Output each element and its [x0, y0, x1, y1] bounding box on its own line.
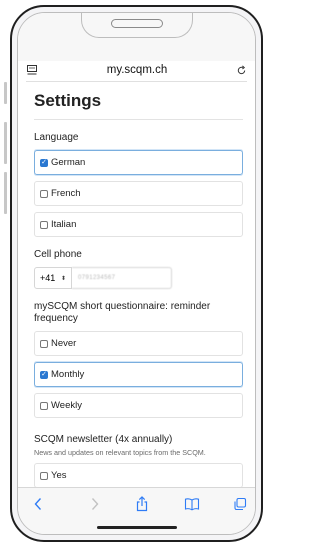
reload-icon[interactable] — [236, 65, 247, 76]
share-icon[interactable] — [134, 496, 150, 512]
checkbox-checked-icon[interactable]: ✓ — [40, 158, 48, 167]
option-label: Weekly — [51, 400, 82, 411]
reminder-option-monthly[interactable]: ✓ Monthly — [34, 362, 243, 387]
language-option-french[interactable]: French — [34, 181, 243, 206]
back-icon[interactable] — [30, 496, 46, 512]
bookmarks-icon[interactable] — [184, 496, 200, 512]
newsletter-sublabel: News and updates on relevant topics from… — [34, 448, 206, 457]
tabs-icon[interactable] — [232, 496, 248, 512]
newsletter-label: SCQM newsletter (4x annually) — [34, 434, 173, 445]
address-bar[interactable]: my.scqm.ch — [26, 59, 247, 82]
reminder-label: mySCQM short questionnaire: reminder fre… — [34, 301, 211, 324]
page-title: Settings — [34, 91, 243, 120]
speaker — [110, 19, 163, 28]
checkbox-icon[interactable] — [40, 401, 48, 410]
checkbox-icon[interactable] — [40, 339, 48, 348]
reader-icon[interactable] — [26, 64, 38, 76]
option-label: Monthly — [51, 369, 85, 380]
volume-down-button — [4, 172, 7, 214]
country-code-select[interactable]: +41 ⬍ — [34, 267, 72, 289]
option-label: Never — [51, 338, 77, 349]
newsletter-option-yes[interactable]: Yes — [34, 463, 243, 488]
cell-phone-field: +41 ⬍ 0791234567 — [34, 267, 243, 289]
volume-up-button — [4, 122, 7, 164]
language-option-italian[interactable]: Italian — [34, 212, 243, 237]
url-text[interactable]: my.scqm.ch — [107, 64, 168, 76]
phone-screen: my.scqm.ch Settings Language ✓ German Fr… — [17, 12, 256, 535]
phone-number-input[interactable]: 0791234567 — [72, 267, 172, 289]
option-label: German — [51, 157, 86, 168]
page-content: Settings Language ✓ German French Italia… — [34, 89, 243, 488]
language-label: Language — [34, 132, 79, 143]
mute-switch — [4, 82, 7, 104]
forward-icon — [87, 496, 103, 512]
status-area — [18, 13, 255, 61]
option-label: Yes — [51, 470, 67, 481]
language-option-german[interactable]: ✓ German — [34, 150, 243, 175]
checkbox-icon[interactable] — [40, 220, 48, 229]
country-code-value: +41 — [40, 273, 56, 283]
checkbox-icon[interactable] — [40, 189, 48, 198]
phone-frame: my.scqm.ch Settings Language ✓ German Fr… — [10, 5, 263, 542]
cell-phone-label: Cell phone — [34, 249, 82, 260]
home-indicator — [96, 526, 177, 529]
reminder-option-never[interactable]: Never — [34, 331, 243, 356]
option-label: French — [51, 188, 81, 199]
option-label: Italian — [51, 219, 77, 230]
browser-toolbar — [18, 487, 255, 534]
notch — [80, 13, 193, 38]
checkbox-icon[interactable] — [40, 471, 48, 480]
reminder-option-weekly[interactable]: Weekly — [34, 393, 243, 418]
select-arrows-icon: ⬍ — [60, 275, 66, 282]
checkbox-checked-icon[interactable]: ✓ — [40, 370, 48, 379]
